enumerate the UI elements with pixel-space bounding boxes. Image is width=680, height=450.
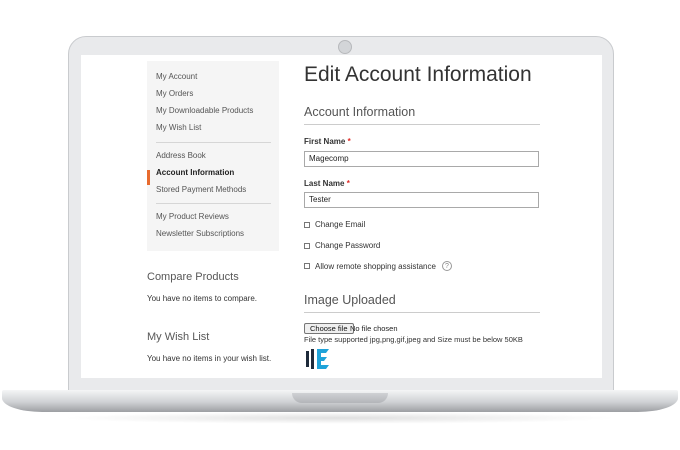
remote-assistance-option[interactable]: Allow remote shopping assistance ? <box>304 261 452 271</box>
nav-item-my-orders[interactable]: My Orders <box>156 89 193 98</box>
last-name-input[interactable]: Tester <box>304 192 539 208</box>
wishlist-title: My Wish List <box>147 331 210 343</box>
laptop-screen: My Account My Orders My Downloadable Pro… <box>81 55 602 378</box>
file-status-text: No file chosen <box>350 324 398 333</box>
first-name-label: First Name * <box>304 137 351 146</box>
page-title: Edit Account Information <box>304 63 532 86</box>
nav-item-account-information[interactable]: Account Information <box>156 168 234 177</box>
laptop-shadow <box>60 412 620 424</box>
brand-logo <box>306 349 329 369</box>
change-password-checkbox[interactable] <box>304 242 310 249</box>
wishlist-empty-text: You have no items in your wish list. <box>147 354 272 363</box>
camera-icon <box>338 40 352 54</box>
section-divider <box>304 312 540 313</box>
nav-item-address-book[interactable]: Address Book <box>156 151 206 160</box>
change-password-label: Change Password <box>315 241 381 250</box>
nav-divider <box>156 203 271 204</box>
remote-assistance-label: Allow remote shopping assistance <box>315 261 436 271</box>
nav-item-my-account[interactable]: My Account <box>156 72 197 81</box>
image-uploaded-section-title: Image Uploaded <box>304 293 396 307</box>
choose-file-button[interactable]: Choose file <box>304 323 354 334</box>
nav-divider <box>156 142 271 143</box>
logo-mark <box>317 349 329 369</box>
laptop-notch <box>292 393 388 403</box>
screen-bezel-bottom <box>81 378 602 390</box>
account-nav: My Account My Orders My Downloadable Pro… <box>147 61 279 251</box>
last-name-label: Last Name * <box>304 179 350 188</box>
change-password-option[interactable]: Change Password <box>304 241 380 250</box>
compare-empty-text: You have no items to compare. <box>147 294 257 303</box>
logo-bar-left <box>306 351 309 367</box>
account-information-section-title: Account Information <box>304 105 416 119</box>
file-type-hint: File type supported jpg,png,gif,jpeg and… <box>304 335 523 344</box>
first-name-input[interactable]: Magecomp <box>304 151 539 167</box>
remote-assistance-checkbox[interactable] <box>304 263 310 269</box>
nav-active-indicator <box>147 170 150 185</box>
section-divider <box>304 124 540 125</box>
nav-item-stored-payment-methods[interactable]: Stored Payment Methods <box>156 185 246 194</box>
change-email-option[interactable]: Change Email <box>304 220 365 229</box>
change-email-label: Change Email <box>315 220 366 229</box>
nav-item-my-wish-list[interactable]: My Wish List <box>156 123 201 132</box>
logo-bar-right <box>311 349 314 369</box>
help-icon[interactable]: ? <box>441 261 452 271</box>
change-email-checkbox[interactable] <box>304 221 310 228</box>
nav-item-downloadable-products[interactable]: My Downloadable Products <box>156 106 253 115</box>
compare-products-title: Compare Products <box>147 271 239 283</box>
nav-item-newsletter-subscriptions[interactable]: Newsletter Subscriptions <box>156 229 244 238</box>
nav-item-product-reviews[interactable]: My Product Reviews <box>156 212 229 221</box>
